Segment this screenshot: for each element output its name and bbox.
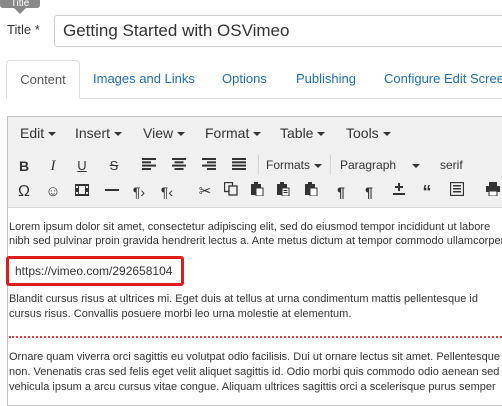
menu-view-label: View: [143, 125, 174, 141]
toolbar-separator: [258, 155, 259, 175]
paste-text-icon: [277, 182, 290, 197]
chevron-down-icon: [382, 132, 391, 137]
font-family-dropdown[interactable]: serif: [440, 158, 463, 172]
quote-icon: “: [422, 182, 432, 202]
paste-word-icon: [305, 182, 318, 197]
paragraph-3-line-2: non. Venenatis cras sed felis eget velit…: [9, 366, 500, 378]
tab-options[interactable]: Options: [209, 60, 280, 98]
chevron-down-icon: [412, 163, 421, 168]
print-button[interactable]: [482, 181, 502, 203]
paragraph-3-line-1: Ornare quam viverra orci sagittis eu vol…: [9, 351, 500, 363]
copy-icon: [223, 181, 238, 196]
copy-button[interactable]: [220, 181, 242, 203]
blockquote-button[interactable]: “: [416, 181, 438, 203]
vimeo-link-highlight[interactable]: https://vimeo.com/292658104: [6, 256, 184, 286]
chevron-down-icon: [253, 132, 262, 137]
paragraph-1-line-1: Lorem ipsum dolor sit amet, consectetur …: [9, 221, 491, 233]
menu-format-label: Format: [205, 125, 250, 141]
paragraph-2: Blandit cursus risus at ultrices mi. Ege…: [9, 292, 499, 322]
article-tabs: Content Images and Links Options Publish…: [6, 60, 502, 99]
paste-word-button[interactable]: [300, 181, 322, 203]
align-right-icon: [202, 158, 216, 170]
title-label: Title *: [7, 22, 40, 37]
scissors-icon: ✂: [198, 183, 212, 200]
tab-content[interactable]: Content: [6, 60, 80, 99]
align-justify-button[interactable]: [228, 155, 250, 177]
paste-button[interactable]: [246, 181, 268, 203]
special-character-button[interactable]: Ω: [13, 181, 35, 203]
underline-button[interactable]: U: [71, 155, 93, 177]
paste-as-text-button[interactable]: [272, 181, 294, 203]
editor-toolbar: B I U S Formats Paragraph serif Ω ☺ ¶› ¶…: [8, 150, 502, 208]
toolbar-separator: [330, 155, 331, 175]
align-center-icon: [172, 158, 186, 170]
film-icon: [75, 184, 89, 196]
menu-insert[interactable]: Insert: [75, 125, 123, 141]
align-left-icon: [142, 158, 156, 170]
align-right-button[interactable]: [198, 155, 220, 177]
formats-dropdown[interactable]: Formats: [266, 158, 323, 172]
tab-publishing[interactable]: Publishing: [283, 60, 369, 98]
block-format-label: Paragraph: [340, 158, 397, 172]
smiley-icon: ☺: [45, 183, 61, 200]
insert-anchor-button[interactable]: [388, 181, 410, 203]
paragraph-1-line-2: nibh sed pulvinar proin gravida hendreri…: [9, 235, 502, 247]
pilcrow-icon: ¶: [365, 184, 373, 200]
font-family-label: serif: [440, 158, 463, 172]
bold-button[interactable]: B: [13, 155, 35, 177]
tab-images-and-links[interactable]: Images and Links: [80, 60, 208, 98]
paragraph-icon: ¶: [337, 184, 345, 200]
menu-tools-label: Tools: [346, 125, 379, 141]
align-center-button[interactable]: [168, 155, 190, 177]
menu-insert-label: Insert: [75, 125, 111, 141]
align-left-button[interactable]: [138, 155, 160, 177]
align-justify-icon: [232, 158, 246, 170]
tab-configure-edit-screen[interactable]: Configure Edit Screen: [371, 60, 502, 98]
ltr-icon: ¶›: [132, 184, 146, 200]
horizontal-rule-icon: [105, 189, 119, 191]
print-icon: [486, 182, 500, 197]
template-icon: [449, 181, 465, 197]
paragraph-1: Lorem ipsum dolor sit amet, consectetur …: [9, 220, 502, 248]
vimeo-link-text[interactable]: https://vimeo.com/292658104: [15, 264, 172, 278]
title-input[interactable]: [54, 15, 502, 47]
menu-tools[interactable]: Tools: [346, 125, 391, 141]
paragraph-2-line-2: cursus risus. Convallis posuere morbi le…: [9, 308, 352, 320]
menu-table[interactable]: Table: [280, 125, 326, 141]
formats-label: Formats: [266, 158, 311, 172]
menu-view[interactable]: View: [143, 125, 186, 141]
tooltip-arrow: [14, 8, 26, 14]
strikethrough-button[interactable]: S: [103, 155, 125, 177]
menu-format[interactable]: Format: [205, 125, 262, 141]
omega-icon: Ω: [18, 183, 30, 200]
page-break-line: [9, 336, 502, 338]
rtl-icon: ¶‹: [160, 184, 174, 200]
chevron-down-icon: [114, 132, 123, 137]
ltr-button[interactable]: ¶›: [128, 181, 150, 203]
paragraph-3-line-3: vehicula ipsum a arcu cursus vitae congu…: [9, 381, 496, 393]
menu-table-label: Table: [280, 125, 314, 141]
menu-edit[interactable]: Edit: [20, 125, 57, 141]
block-format-dropdown[interactable]: Paragraph: [340, 158, 421, 172]
menu-edit-label: Edit: [20, 125, 45, 141]
visual-chars-button[interactable]: ¶: [358, 181, 380, 203]
cut-button[interactable]: ✂: [194, 181, 216, 203]
chevron-down-icon: [177, 132, 186, 137]
show-blocks-button[interactable]: ¶: [330, 181, 352, 203]
template-button[interactable]: [446, 181, 468, 203]
chevron-down-icon: [314, 163, 323, 168]
insert-icon: [393, 183, 405, 195]
rtl-button[interactable]: ¶‹: [156, 181, 178, 203]
emoticons-button[interactable]: ☺: [42, 181, 64, 203]
paragraph-3: Ornare quam viverra orci sagittis eu vol…: [9, 350, 500, 395]
insert-media-button[interactable]: [71, 181, 93, 203]
title-tooltip: Title: [0, 0, 40, 8]
paste-icon: [251, 182, 264, 197]
editor-menubar: Edit Insert View Format Table Tools: [8, 117, 502, 151]
chevron-down-icon: [317, 132, 326, 137]
chevron-down-icon: [48, 132, 57, 137]
paragraph-2-line-1: Blandit cursus risus at ultrices mi. Ege…: [9, 293, 478, 305]
italic-button[interactable]: I: [42, 155, 64, 177]
horizontal-rule-button[interactable]: [101, 181, 123, 203]
